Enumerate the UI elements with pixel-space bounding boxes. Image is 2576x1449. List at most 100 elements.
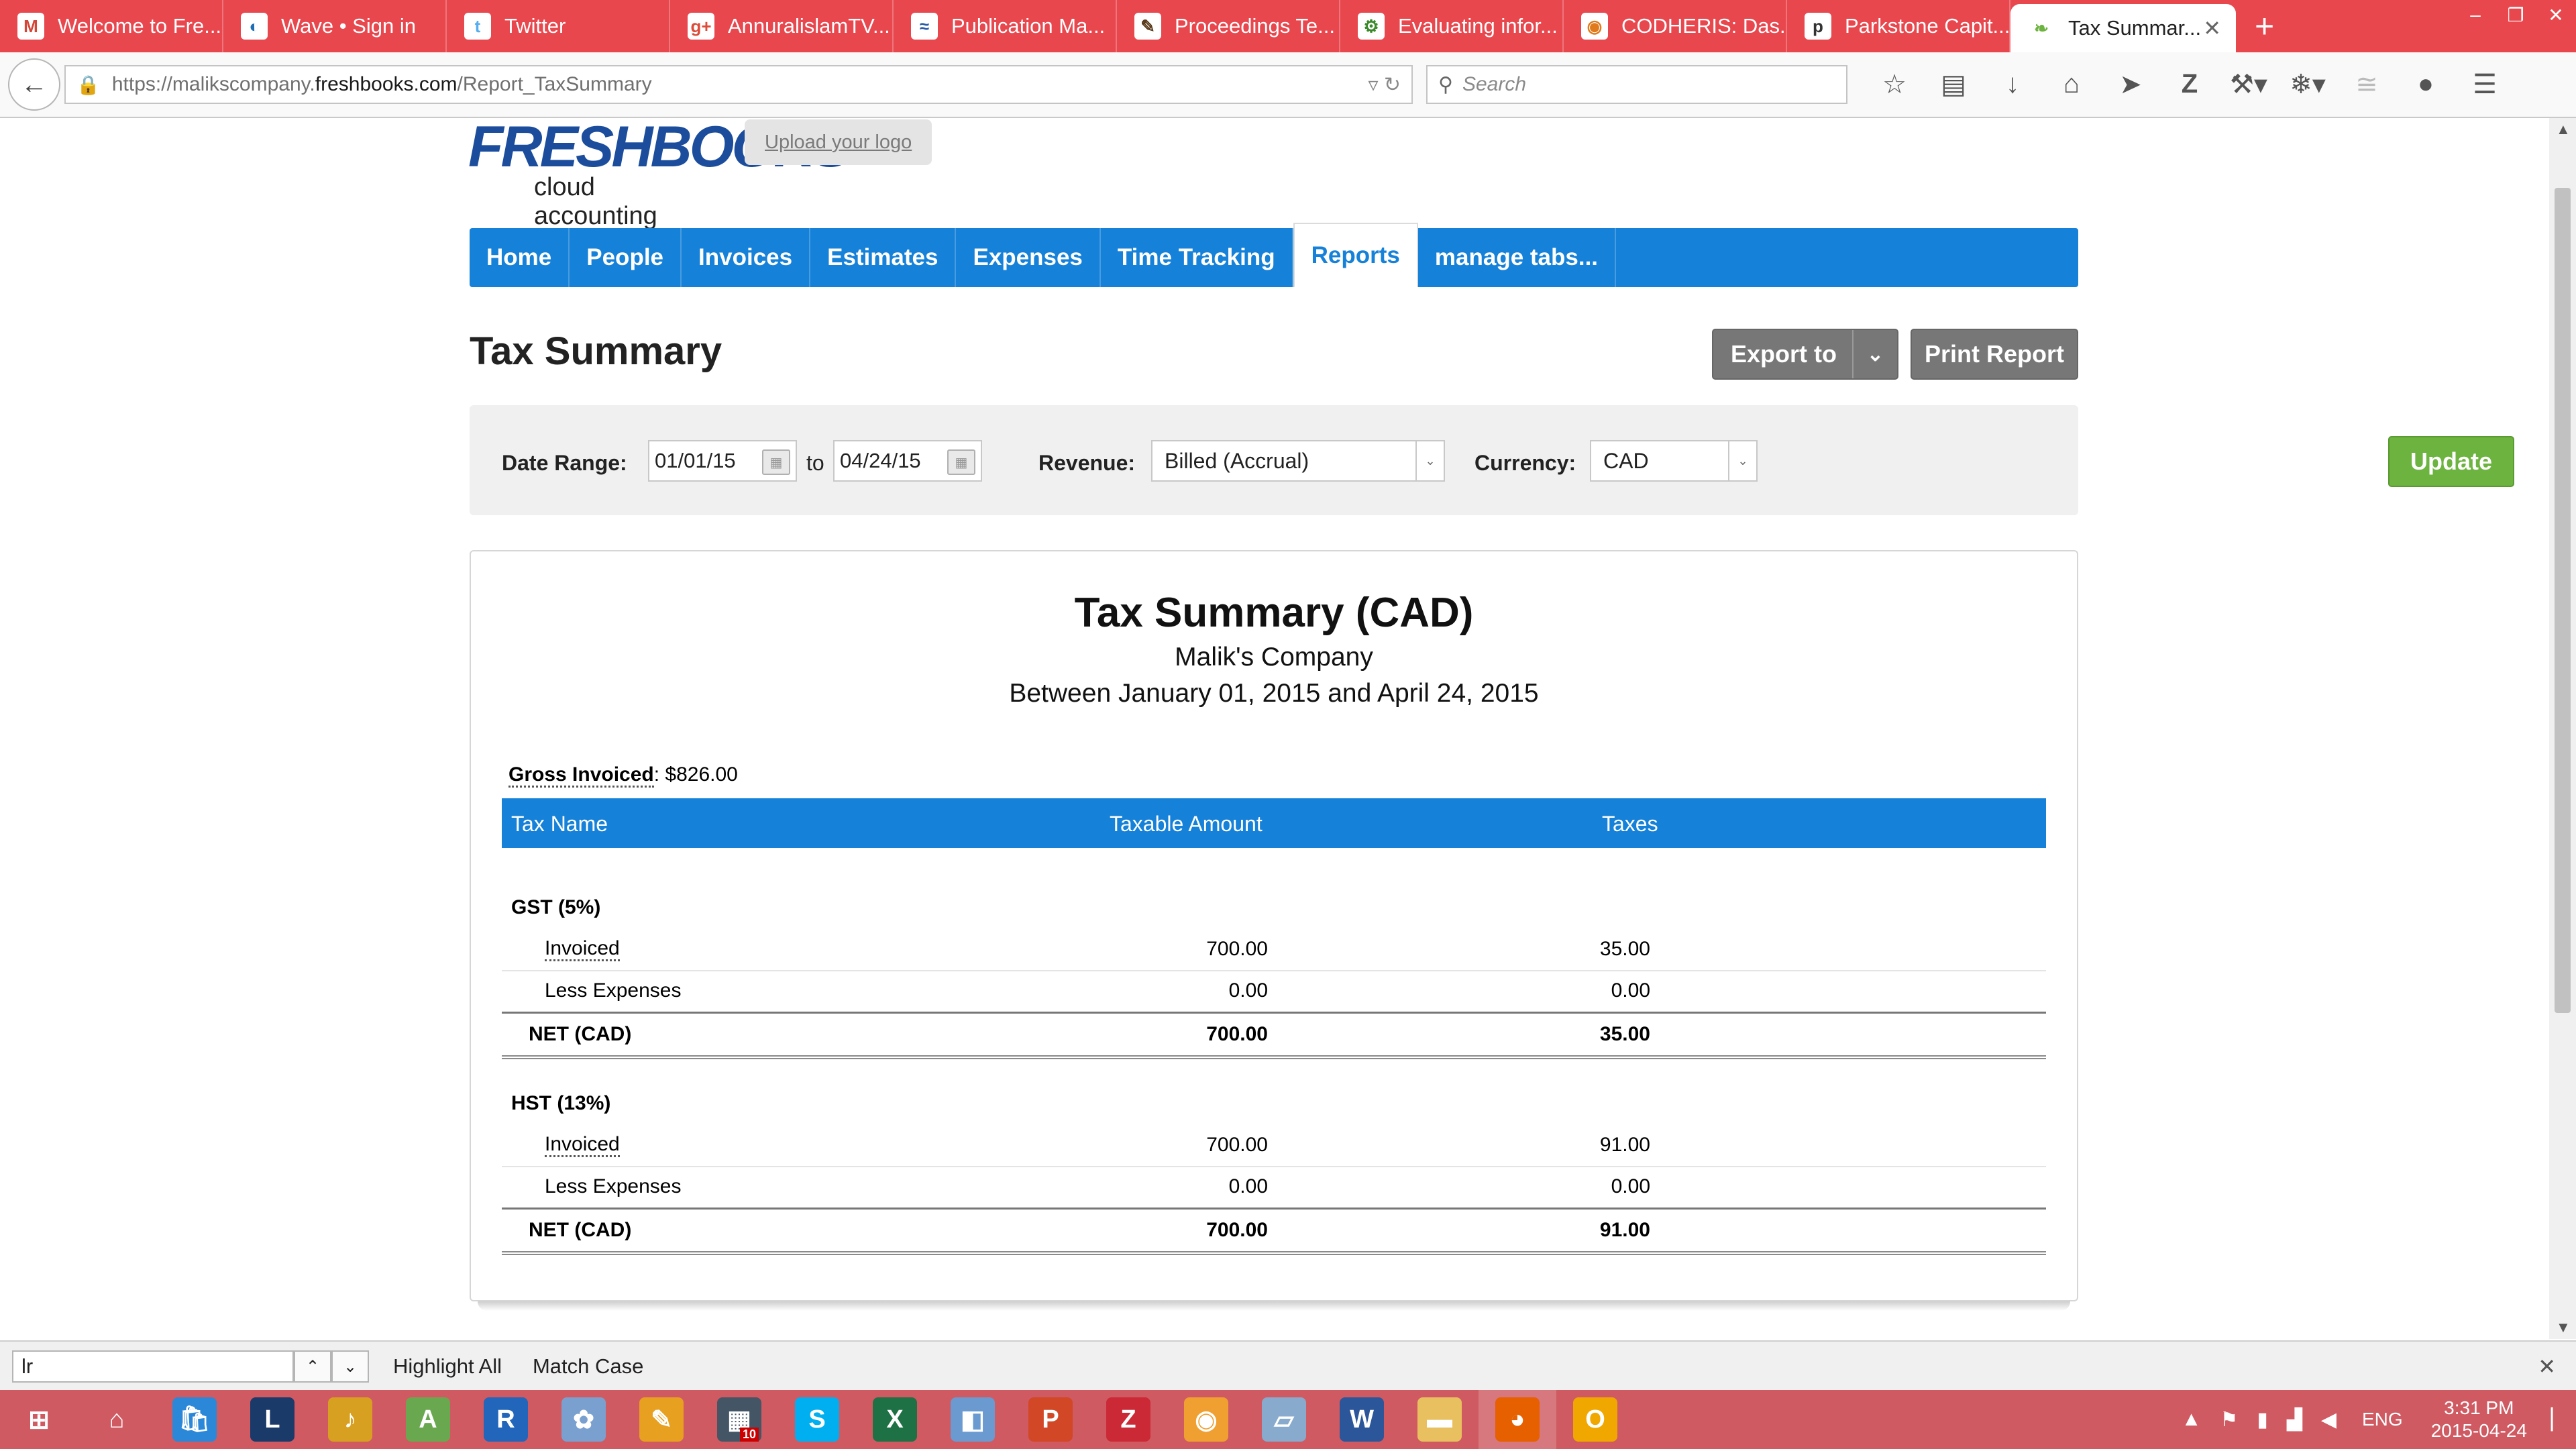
taskbar-item[interactable]: ⊞ [0, 1390, 78, 1449]
browser-tab[interactable]: p Parkstone Capit... [1787, 0, 2010, 52]
browser-tab[interactable]: M Welcome to Fre... [0, 0, 223, 52]
language-indicator[interactable]: ENG [2362, 1409, 2403, 1430]
taskbar-item[interactable]: ▬ [1401, 1390, 1479, 1449]
browser-tab[interactable]: t Twitter [447, 0, 670, 52]
find-next-button[interactable]: ⌄ [331, 1350, 369, 1383]
codheris-icon: ◉ [1581, 13, 1608, 40]
window-close-icon[interactable]: ✕ [2536, 0, 2576, 26]
taskbar-item[interactable]: A [389, 1390, 467, 1449]
scroll-down-icon[interactable]: ▼ [2556, 1319, 2571, 1336]
tools-icon[interactable]: ⚒▾ [2219, 69, 2278, 100]
chat-icon[interactable]: ● [2396, 69, 2455, 100]
back-button[interactable]: ← [8, 58, 60, 111]
nav-tab-home[interactable]: Home [470, 228, 570, 287]
revenue-select[interactable]: Billed (Accrual) ⌄ [1151, 440, 1445, 482]
browser-tab[interactable]: ✎ Proceedings Te... [1117, 0, 1340, 52]
rss-icon[interactable]: ≅ [2337, 69, 2396, 100]
taskbar-item[interactable]: 🛍 [156, 1390, 233, 1449]
reading-list-icon[interactable]: ▤ [1924, 69, 1983, 100]
search-input[interactable]: ⚲ Search [1426, 65, 1847, 104]
taskbar-item[interactable]: ▱ [1245, 1390, 1323, 1449]
taskbar-item[interactable]: W [1323, 1390, 1401, 1449]
calendar-icon[interactable]: ▦ [947, 449, 975, 475]
nav-tab-people[interactable]: People [570, 228, 682, 287]
currency-select[interactable]: CAD ⌄ [1590, 440, 1758, 482]
home-icon[interactable]: ⌂ [2042, 69, 2101, 100]
update-button[interactable]: Update [2388, 436, 2514, 487]
row-name[interactable]: Invoiced [545, 1134, 620, 1157]
send-icon[interactable]: ➤ [2101, 69, 2160, 100]
table-row: Invoiced 700.00 35.00 [502, 928, 2046, 971]
taskbar-item[interactable]: R [467, 1390, 545, 1449]
calendar-icon[interactable]: ▦ [762, 449, 790, 475]
bookmark-star-icon[interactable]: ☆ [1865, 69, 1924, 100]
zotero-toolbar-icon[interactable]: Z [2160, 69, 2219, 100]
taskbar-item[interactable]: S [778, 1390, 856, 1449]
clock[interactable]: 3:31 PM 2015-04-24 [2431, 1397, 2527, 1442]
taskbar-item[interactable]: ◉ [1167, 1390, 1245, 1449]
upload-logo-link[interactable]: Upload your logo [745, 119, 932, 165]
show-desktop-button[interactable]: ▏ [2551, 1408, 2567, 1432]
nav-tab-estimates[interactable]: Estimates [810, 228, 957, 287]
taskbar-item[interactable]: X [856, 1390, 934, 1449]
nav-tab-reports[interactable]: Reports [1293, 223, 1418, 287]
net-taxes: 35.00 [1599, 1023, 1650, 1045]
browser-tab[interactable]: ⚙ Evaluating infor... [1340, 0, 1564, 52]
freshbooks-logo[interactable]: FRESHBOOKS cloud accounting [468, 118, 851, 230]
show-hidden-icons-icon[interactable]: ▲ [2182, 1408, 2202, 1431]
reload-icon[interactable]: ▿ ↻ [1368, 73, 1411, 97]
flag-icon[interactable]: ⚑ [2220, 1408, 2238, 1432]
new-tab-button[interactable]: + [2236, 0, 2293, 52]
browser-tab-active[interactable]: ❧ Tax Summar... ✕ [2010, 4, 2236, 52]
find-bar: lr ⌃ ⌄ Highlight All Match Case ✕ [0, 1340, 2576, 1391]
taskbar-item[interactable]: ⌂ [78, 1390, 156, 1449]
nav-tab-invoices[interactable]: Invoices [682, 228, 811, 287]
wifi-icon[interactable]: ▟ [2287, 1408, 2302, 1432]
browser-tab[interactable]: g+ AnnuralislamTV... [670, 0, 894, 52]
scrollbar-thumb[interactable] [2555, 188, 2571, 1013]
taskbar-item[interactable]: ✿ [545, 1390, 623, 1449]
export-to-button[interactable]: Export to ⌄ [1712, 329, 1898, 380]
close-tab-icon[interactable]: ✕ [2203, 15, 2221, 41]
browser-tab[interactable]: ≈ Publication Ma... [894, 0, 1117, 52]
find-input[interactable]: lr [12, 1350, 294, 1383]
restore-icon[interactable]: ❐ [2496, 0, 2536, 26]
minimize-icon[interactable]: – [2455, 0, 2496, 25]
print-report-button[interactable]: Print Report [1911, 329, 2078, 380]
taskbar-item[interactable]: ◧ [934, 1390, 1012, 1449]
nav-tab-manage-tabs[interactable]: manage tabs... [1418, 228, 1617, 287]
chevron-down-icon[interactable]: ⌄ [1851, 330, 1897, 378]
date-from-field[interactable]: 01/01/15 ▦ [648, 440, 797, 482]
taskbar-item[interactable]: O [1556, 1390, 1634, 1449]
browser-tab[interactable]: ◉ CODHERIS: Das... [1564, 0, 1787, 52]
scroll-up-icon[interactable]: ▲ [2556, 121, 2571, 138]
find-previous-button[interactable]: ⌃ [294, 1350, 331, 1383]
match-case-toggle[interactable]: Match Case [533, 1354, 643, 1379]
browser-tab-label: Parkstone Capit... [1845, 14, 2010, 38]
gross-invoiced-label[interactable]: Gross Invoiced [508, 763, 654, 788]
download-icon[interactable]: ↓ [1983, 69, 2042, 100]
browser-tab[interactable]: ◐ Wave • Sign in [223, 0, 447, 52]
menu-icon[interactable]: ☰ [2455, 69, 2514, 100]
select-arrow-icon: ⌄ [1728, 441, 1756, 480]
taskbar-item[interactable]: ♪ [311, 1390, 389, 1449]
taskbar-item[interactable]: ◕ [1479, 1390, 1556, 1449]
row-name[interactable]: Invoiced [545, 938, 620, 961]
extension-icon[interactable]: ❄▾ [2278, 69, 2337, 100]
skype-icon: S [795, 1397, 839, 1442]
taskbar-item[interactable]: Z [1089, 1390, 1167, 1449]
taskbar-item[interactable]: L [233, 1390, 311, 1449]
vertical-scrollbar[interactable]: ▲ ▼ [2549, 118, 2576, 1339]
taskbar-item[interactable]: ✎ [623, 1390, 700, 1449]
nav-tab-expenses[interactable]: Expenses [956, 228, 1101, 287]
highlight-all-toggle[interactable]: Highlight All [393, 1354, 502, 1379]
url-bar[interactable]: 🔒 https://malikscompany. freshbooks.com/R… [64, 65, 1413, 104]
close-icon[interactable]: ✕ [2538, 1354, 2556, 1379]
taskbar-item[interactable]: P [1012, 1390, 1089, 1449]
date-to-field[interactable]: 04/24/15 ▦ [833, 440, 982, 482]
power-icon[interactable]: ▮ [2257, 1408, 2268, 1432]
volume-icon[interactable]: ◀ [2321, 1408, 2337, 1432]
outlook-icon: O [1573, 1397, 1617, 1442]
nav-tab-time-tracking[interactable]: Time Tracking [1101, 228, 1293, 287]
taskbar-item[interactable]: ▦ 10 [700, 1390, 778, 1449]
